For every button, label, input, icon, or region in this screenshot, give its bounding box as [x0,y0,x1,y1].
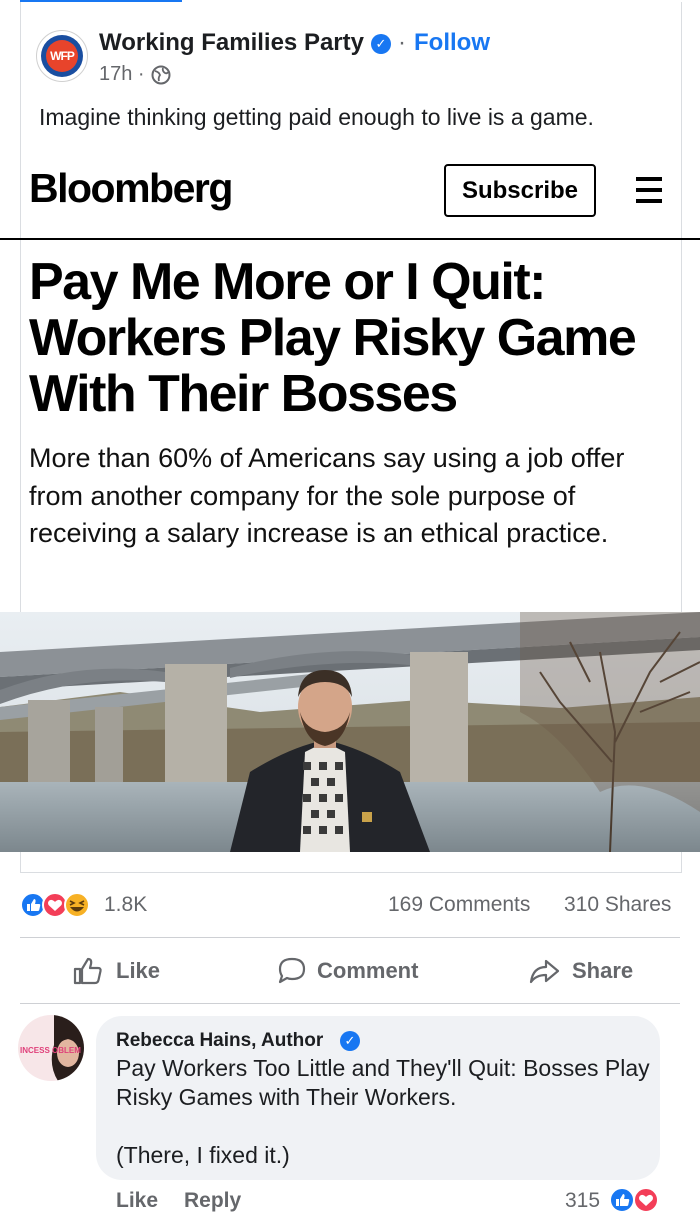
bloomberg-logo: Bloomberg [29,165,233,211]
comment-reply-button[interactable]: Reply [184,1189,241,1213]
post-timestamp[interactable]: 17h · [99,63,145,86]
stats-divider [20,937,680,938]
post-text: Imagine thinking getting paid enough to … [39,104,594,130]
heart-icon [633,1187,659,1213]
comment-button[interactable]: Comment [276,955,436,987]
verified-badge-icon: ✓ [371,34,391,54]
comment-author[interactable]: Rebecca Hains, Author [116,1030,323,1052]
like-label: Like [116,958,161,983]
hamburger-menu-icon [636,177,662,203]
share-label: Share [572,958,634,983]
comment-text: Pay Workers Too Little and They'll Quit:… [116,1055,650,1110]
header-divider [0,238,700,240]
page-avatar[interactable]: WFP [36,30,88,82]
avatar-logo-text: WFP [46,40,78,72]
header-separator: · [398,29,406,56]
share-arrow-icon [529,959,560,984]
share-button[interactable]: Share [528,955,648,987]
thumbs-up-icon [73,957,102,985]
article-dek: More than 60% of Americans say using a j… [29,443,625,548]
comment-like-button[interactable]: Like [116,1189,158,1213]
actions-divider [20,1003,680,1004]
like-button[interactable]: Like [72,955,172,987]
comment-text-second-paragraph: (There, I fixed it.) [116,1142,290,1168]
subscribe-button: Subscribe [444,164,596,217]
globe-icon [151,65,171,85]
page-name[interactable]: Working Families Party [99,29,364,57]
thumbs-up-icon [609,1187,635,1213]
comment-reaction-icons[interactable] [608,1186,664,1214]
laughing-face-icon [64,892,90,918]
commenter-avatar[interactable]: INCESS OBLEM [18,1015,84,1081]
comment-reaction-count[interactable]: 315 [565,1189,600,1213]
article-headline: Pay Me More or I Quit: Workers Play Risk… [29,253,637,423]
follow-button[interactable]: Follow [414,29,490,57]
speech-bubble-icon [278,957,306,984]
heart-icon [42,892,68,918]
avatar-book-title: INCESS OBLEM [20,1046,81,1055]
verified-badge-icon: ✓ [340,1031,360,1051]
reaction-icons[interactable] [20,890,102,920]
article-photo [0,612,700,852]
shares-count[interactable]: 310 Shares [564,893,671,917]
comments-count[interactable]: 169 Comments [388,893,530,917]
thumbs-up-icon [20,892,46,918]
reaction-count[interactable]: 1.8K [104,893,147,917]
comment-label: Comment [317,958,419,983]
